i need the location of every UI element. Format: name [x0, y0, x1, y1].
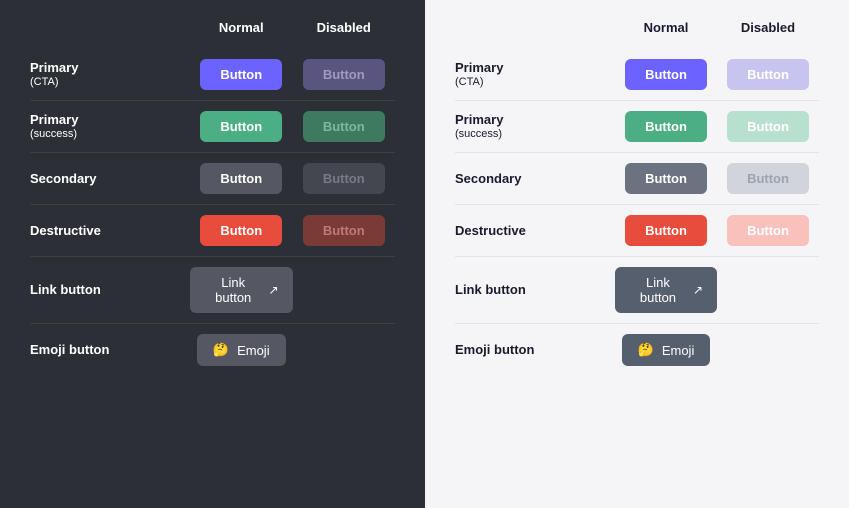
dark-primary-cta-disabled-button: Button: [303, 59, 385, 90]
light-header: Normal Disabled: [455, 20, 819, 41]
dark-primary-success-row: Primary(success) Button Button: [30, 100, 395, 152]
dark-link-text: Link button: [204, 275, 262, 305]
dark-destructive-row: Destructive Button Button: [30, 204, 395, 256]
light-link-text: Link button: [629, 275, 687, 305]
light-disabled-header: Disabled: [717, 20, 819, 41]
dark-primary-success-disabled-button: Button: [303, 111, 385, 142]
dark-link-normal-cell: Link button ↗: [190, 267, 293, 313]
dark-primary-success-normal-cell: Button: [190, 111, 293, 142]
light-secondary-row: Secondary Button Button: [455, 152, 819, 204]
light-destructive-label: Destructive: [455, 223, 615, 239]
dark-primary-cta-disabled-cell: Button: [293, 59, 396, 90]
light-primary-success-normal-cell: Button: [615, 111, 717, 142]
dark-primary-cta-normal-button[interactable]: Button: [200, 59, 282, 90]
dark-link-button[interactable]: Link button ↗: [190, 267, 293, 313]
dark-destructive-disabled-button: Button: [303, 215, 385, 246]
light-emoji-icon: 🤔: [638, 342, 654, 358]
light-link-button[interactable]: Link button ↗: [615, 267, 717, 313]
light-secondary-disabled-button: Button: [727, 163, 809, 194]
light-destructive-row: Destructive Button Button: [455, 204, 819, 256]
dark-primary-success-normal-button[interactable]: Button: [200, 111, 282, 142]
dark-panel: Normal Disabled Primary(CTA) Button Butt…: [0, 0, 425, 508]
dark-secondary-normal-cell: Button: [190, 163, 293, 194]
light-primary-success-row: Primary(success) Button Button: [455, 100, 819, 152]
light-destructive-normal-cell: Button: [615, 215, 717, 246]
light-destructive-disabled-cell: Button: [717, 215, 819, 246]
light-primary-success-label: Primary(success): [455, 112, 615, 141]
dark-secondary-label: Secondary: [30, 171, 190, 187]
dark-link-label: Link button: [30, 282, 190, 298]
dark-destructive-normal-button[interactable]: Button: [200, 215, 282, 246]
light-primary-cta-label: Primary(CTA): [455, 60, 615, 89]
light-primary-success-disabled-cell: Button: [717, 111, 819, 142]
dark-primary-cta-label: Primary(CTA): [30, 60, 190, 89]
light-primary-cta-row: Primary(CTA) Button Button: [455, 49, 819, 100]
dark-normal-header: Normal: [190, 20, 293, 41]
light-primary-success-disabled-button: Button: [727, 111, 809, 142]
light-emoji-label: Emoji button: [455, 342, 615, 358]
dark-primary-success-disabled-cell: Button: [293, 111, 396, 142]
light-link-row: Link button Link button ↗: [455, 256, 819, 323]
light-destructive-normal-button[interactable]: Button: [625, 215, 707, 246]
dark-destructive-normal-cell: Button: [190, 215, 293, 246]
dark-header: Normal Disabled: [30, 20, 395, 41]
light-secondary-normal-button[interactable]: Button: [625, 163, 707, 194]
light-emoji-row: Emoji button 🤔 Emoji: [455, 323, 819, 376]
light-primary-cta-disabled-button: Button: [727, 59, 809, 90]
dark-disabled-header: Disabled: [293, 20, 396, 41]
dark-destructive-label: Destructive: [30, 223, 190, 239]
dark-emoji-label: Emoji button: [30, 342, 190, 358]
light-primary-cta-normal-button[interactable]: Button: [625, 59, 707, 90]
light-secondary-label: Secondary: [455, 171, 615, 187]
light-primary-cta-normal-cell: Button: [615, 59, 717, 90]
dark-link-row: Link button Link button ↗: [30, 256, 395, 323]
light-primary-success-normal-button[interactable]: Button: [625, 111, 707, 142]
dark-secondary-disabled-button: Button: [303, 163, 385, 194]
light-emoji-normal-cell: 🤔 Emoji: [615, 334, 717, 366]
dark-emoji-button[interactable]: 🤔 Emoji: [197, 334, 286, 366]
light-external-link-icon: ↗: [693, 283, 703, 297]
dark-secondary-disabled-cell: Button: [293, 163, 396, 194]
dark-emoji-text: Emoji: [237, 343, 270, 358]
external-link-icon: ↗: [268, 283, 278, 297]
dark-primary-success-label: Primary(success): [30, 112, 190, 141]
light-emoji-text: Emoji: [662, 343, 695, 358]
dark-destructive-disabled-cell: Button: [293, 215, 396, 246]
dark-secondary-normal-button[interactable]: Button: [200, 163, 282, 194]
light-link-label: Link button: [455, 282, 615, 298]
light-emoji-button[interactable]: 🤔 Emoji: [622, 334, 711, 366]
light-secondary-normal-cell: Button: [615, 163, 717, 194]
dark-primary-cta-row: Primary(CTA) Button Button: [30, 49, 395, 100]
light-destructive-disabled-button: Button: [727, 215, 809, 246]
dark-emoji-normal-cell: 🤔 Emoji: [190, 334, 293, 366]
light-panel: Normal Disabled Primary(CTA) Button Butt…: [425, 0, 849, 508]
light-secondary-disabled-cell: Button: [717, 163, 819, 194]
light-normal-header: Normal: [615, 20, 717, 41]
emoji-icon: 🤔: [213, 342, 229, 358]
dark-secondary-row: Secondary Button Button: [30, 152, 395, 204]
light-link-normal-cell: Link button ↗: [615, 267, 717, 313]
dark-primary-cta-normal-cell: Button: [190, 59, 293, 90]
dark-emoji-row: Emoji button 🤔 Emoji: [30, 323, 395, 376]
light-primary-cta-disabled-cell: Button: [717, 59, 819, 90]
